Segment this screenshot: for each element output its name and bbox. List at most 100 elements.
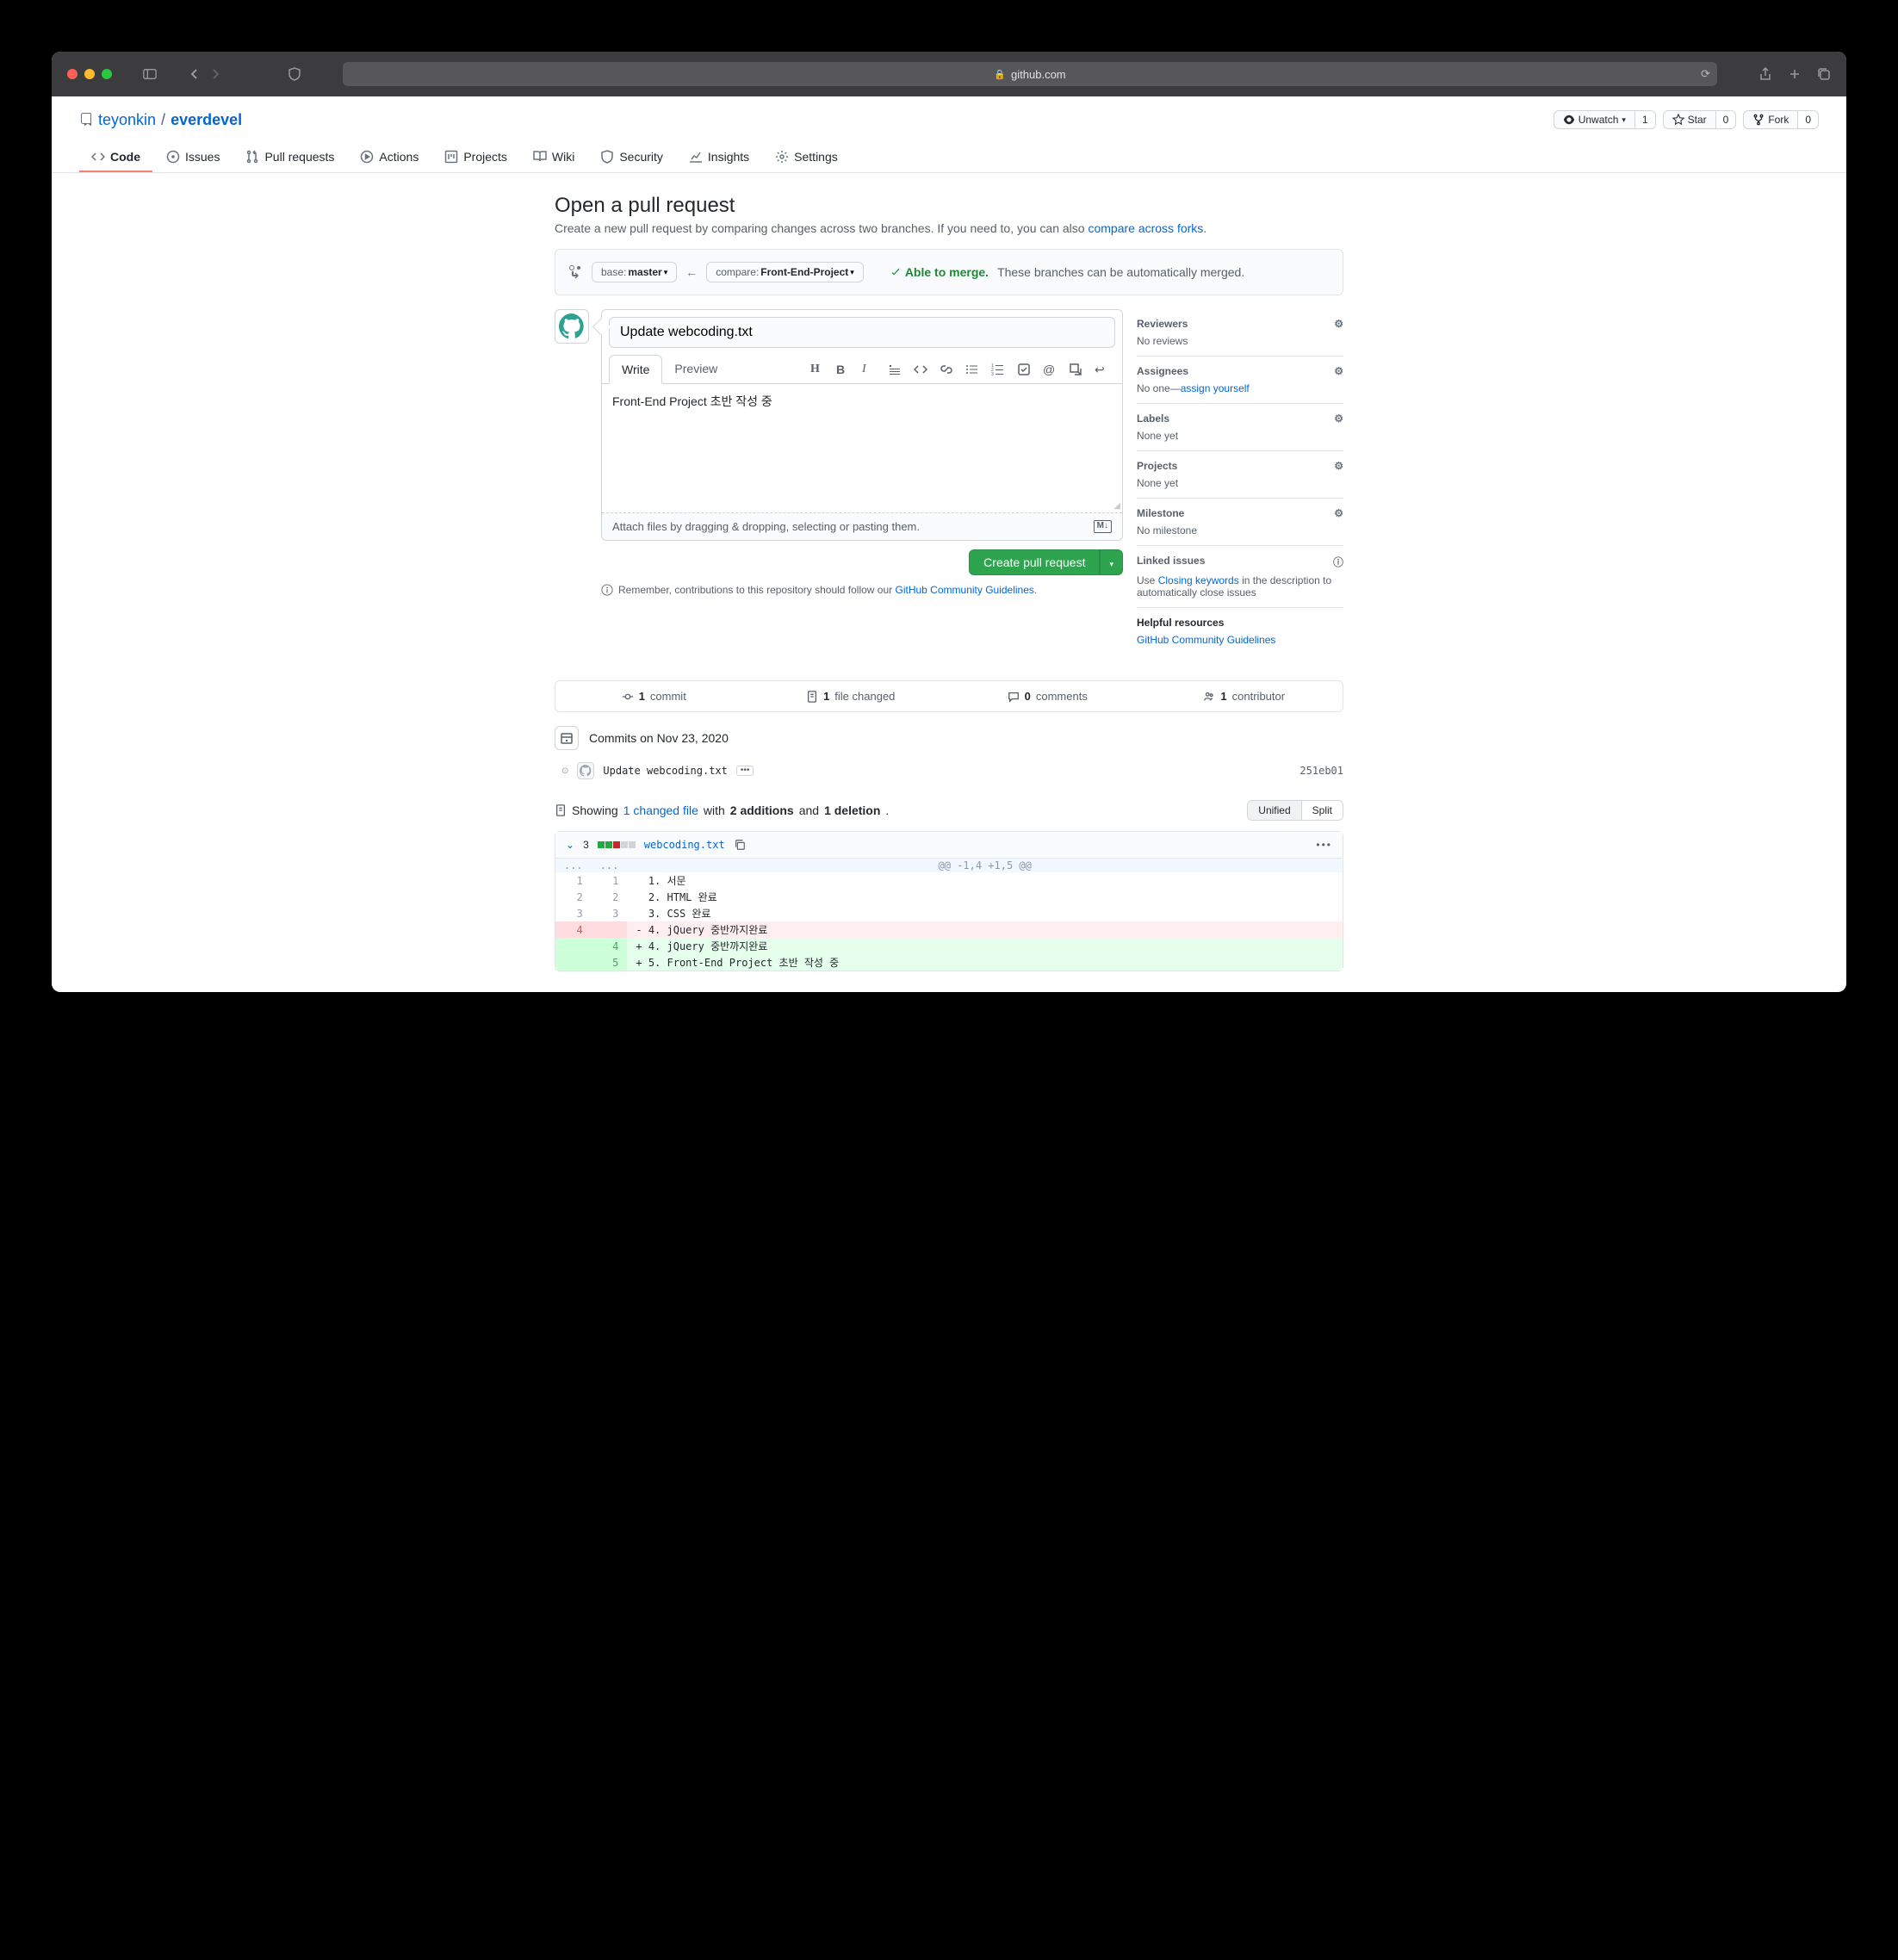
- mention-icon[interactable]: @: [1043, 363, 1057, 376]
- diff-kebab[interactable]: •••: [1316, 839, 1332, 851]
- create-pr-button[interactable]: Create pull request: [969, 549, 1100, 575]
- check-icon: [890, 266, 902, 278]
- create-pr-dropdown[interactable]: ▾: [1100, 549, 1123, 575]
- code-icon: [91, 150, 105, 164]
- compare-forks-link[interactable]: compare across forks: [1088, 221, 1203, 235]
- resources-link[interactable]: GitHub Community Guidelines: [1137, 634, 1275, 646]
- resize-handle[interactable]: ◢: [1113, 501, 1120, 511]
- commit-avatar[interactable]: [577, 762, 594, 779]
- tab-issues[interactable]: Issues: [154, 143, 232, 172]
- page-subtitle: Create a new pull request by comparing c…: [555, 221, 1343, 235]
- compare-box: base: master ▾ ← compare: Front-End-Proj…: [555, 249, 1343, 295]
- tabs-icon[interactable]: [1817, 67, 1831, 81]
- assignees-title: Assignees: [1137, 365, 1188, 377]
- star-button[interactable]: Star: [1663, 110, 1716, 129]
- assign-yourself-link[interactable]: assign yourself: [1181, 382, 1250, 394]
- chevron-down-icon[interactable]: ⌄: [566, 839, 574, 851]
- gear-icon[interactable]: ⚙: [1334, 365, 1343, 377]
- repo-name-link[interactable]: everdevel: [171, 111, 242, 129]
- svg-text:3: 3: [991, 372, 994, 376]
- tab-insights[interactable]: Insights: [677, 143, 761, 172]
- info-icon[interactable]: ⓘ: [1333, 555, 1343, 569]
- file-diff-icon: [806, 691, 818, 703]
- tab-write[interactable]: Write: [609, 355, 662, 384]
- ul-icon[interactable]: [965, 363, 979, 376]
- diff-line: 11 1. 서문: [555, 872, 1343, 889]
- milestone-body: No milestone: [1137, 524, 1343, 537]
- repo-icon: [79, 113, 93, 127]
- unwatch-button[interactable]: Unwatch ▾: [1554, 110, 1635, 129]
- window-minimize[interactable]: [84, 69, 95, 79]
- unified-button[interactable]: Unified: [1248, 801, 1300, 820]
- pr-body-textarea[interactable]: Front-End Project 초반 작성 중 ◢: [602, 384, 1122, 513]
- summary-commits[interactable]: 1 commit: [555, 681, 753, 711]
- summary-comments[interactable]: 0 comments: [949, 681, 1146, 711]
- watch-count[interactable]: 1: [1635, 110, 1656, 129]
- commit-sha[interactable]: 251eb01: [1299, 765, 1343, 777]
- diff-line: 4+ 4. jQuery 중반까지완료: [555, 938, 1343, 954]
- italic-icon[interactable]: I: [862, 363, 876, 376]
- sidebar-toggle-icon[interactable]: [143, 67, 157, 81]
- code-icon[interactable]: [914, 363, 927, 376]
- gear-icon[interactable]: ⚙: [1334, 507, 1343, 519]
- link-icon[interactable]: [940, 363, 953, 376]
- gear-icon[interactable]: ⚙: [1334, 318, 1343, 330]
- tasklist-icon[interactable]: [1017, 363, 1031, 376]
- tab-pull-requests[interactable]: Pull requests: [233, 143, 346, 172]
- pr-title-input[interactable]: [609, 317, 1115, 348]
- changed-file-link[interactable]: 1 changed file: [623, 803, 698, 817]
- split-button[interactable]: Split: [1301, 801, 1343, 820]
- closing-keywords-link[interactable]: Closing keywords: [1158, 574, 1239, 586]
- copy-icon[interactable]: [734, 839, 746, 851]
- tab-security[interactable]: Security: [588, 143, 675, 172]
- window-zoom[interactable]: [102, 69, 112, 79]
- diff-line: 5+ 5. Front-End Project 초반 작성 중: [555, 954, 1343, 971]
- tab-projects[interactable]: Projects: [432, 143, 519, 172]
- window-close[interactable]: [67, 69, 78, 79]
- fork-button[interactable]: Fork: [1743, 110, 1798, 129]
- markdown-badge[interactable]: M↓: [1094, 520, 1112, 533]
- summary-contributors[interactable]: 1 contributor: [1146, 681, 1343, 711]
- nav-back-icon[interactable]: [188, 67, 202, 81]
- breadcrumb: teyonkin / everdevel: [79, 111, 242, 129]
- info-icon: [601, 584, 613, 596]
- gear-icon: [775, 150, 789, 164]
- repo-owner-link[interactable]: teyonkin: [98, 111, 156, 129]
- url-bar[interactable]: 🔒 github.com ⟳: [343, 62, 1717, 86]
- reload-icon[interactable]: ⟳: [1701, 67, 1710, 81]
- tab-preview[interactable]: Preview: [662, 355, 729, 383]
- diff-table: ......@@ -1,4 +1,5 @@ 11 1. 서문22 2. HTML…: [555, 859, 1343, 971]
- avatar[interactable]: [555, 309, 589, 344]
- commit-message[interactable]: Update webcoding.txt: [603, 765, 728, 777]
- tab-wiki[interactable]: Wiki: [521, 143, 586, 172]
- bold-icon[interactable]: B: [836, 363, 850, 376]
- tab-code[interactable]: Code: [79, 143, 152, 172]
- share-icon[interactable]: [1758, 67, 1772, 81]
- commits-group-icon: [555, 726, 579, 750]
- compare-branch-button[interactable]: compare: Front-End-Project ▾: [706, 262, 864, 282]
- tab-settings[interactable]: Settings: [763, 143, 850, 172]
- markdown-toolbar: H B I 123 @ ↩: [810, 363, 1115, 376]
- reply-icon[interactable]: ↩: [1095, 363, 1108, 376]
- guideline-link[interactable]: GitHub Community Guidelines: [896, 584, 1034, 596]
- new-tab-icon[interactable]: [1788, 67, 1802, 81]
- gear-icon[interactable]: ⚙: [1334, 412, 1343, 425]
- attach-hint[interactable]: Attach files by dragging & dropping, sel…: [602, 513, 1122, 540]
- fork-count[interactable]: 0: [1798, 110, 1819, 129]
- gear-icon[interactable]: ⚙: [1334, 460, 1343, 472]
- diff-filename[interactable]: webcoding.txt: [644, 839, 725, 851]
- ol-icon[interactable]: 123: [991, 363, 1005, 376]
- heading-icon[interactable]: H: [810, 363, 824, 376]
- star-count[interactable]: 0: [1716, 110, 1737, 129]
- comment-icon: [1008, 691, 1020, 703]
- crossref-icon[interactable]: [1069, 363, 1082, 376]
- diffstat: [598, 841, 636, 848]
- summary-files[interactable]: 1 file changed: [753, 681, 950, 711]
- nav-forward-icon: [208, 67, 222, 81]
- tab-actions[interactable]: Actions: [348, 143, 431, 172]
- quote-icon[interactable]: [888, 363, 902, 376]
- commit-ellipsis[interactable]: •••: [736, 766, 754, 776]
- milestone-title: Milestone: [1137, 507, 1184, 519]
- base-branch-button[interactable]: base: master ▾: [592, 262, 677, 282]
- shield-icon[interactable]: [288, 67, 301, 81]
